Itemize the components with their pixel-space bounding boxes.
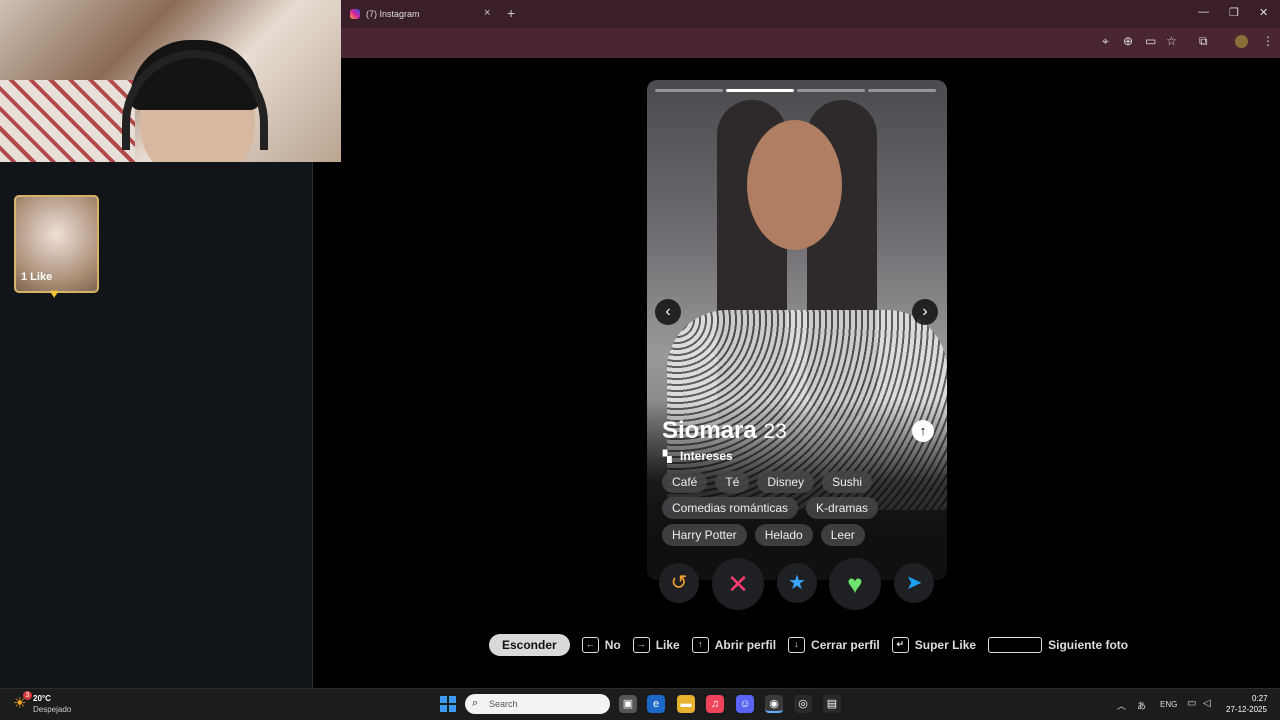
extensions-icon[interactable]: ⧉ <box>1199 34 1208 49</box>
interests-row: Harry Potter Helado Leer <box>662 524 865 546</box>
right-arrow-key-icon: → <box>632 637 650 653</box>
volume-icon[interactable]: ◁ <box>1203 698 1211 709</box>
interest-chip: Helado <box>754 524 813 546</box>
likes-card[interactable]: 1 Like <box>14 195 99 293</box>
interest-chip: Café <box>662 471 708 493</box>
hint-super-like: ↵ Super Like <box>891 637 976 653</box>
grid-icon: ▚ <box>663 451 672 463</box>
language-indicator[interactable]: ENG <box>1160 700 1177 709</box>
notification-badge: 3 <box>23 691 32 700</box>
discord-icon[interactable]: ☺ <box>736 695 754 713</box>
obs-icon[interactable]: ◎ <box>794 695 812 713</box>
rewind-icon: ↺ <box>670 572 688 594</box>
likes-count: 1 Like <box>21 271 53 283</box>
heart-icon: ♥ <box>847 569 863 599</box>
interest-chip: K-dramas <box>806 497 879 519</box>
taskbar-search-box[interactable] <box>465 694 610 714</box>
hint-next-photo: Siguiente foto <box>988 637 1128 653</box>
location-icon[interactable]: ⌖ <box>1102 34 1109 49</box>
action-bar: ↺ ✕ ★ ♥ ➤ <box>650 558 944 612</box>
hint-no: ← No <box>581 637 621 653</box>
start-button[interactable] <box>440 696 456 712</box>
open-profile-arrow-icon[interactable]: ↑ <box>912 420 934 442</box>
webcam-overlay <box>0 0 341 162</box>
search-icon: ⌕ <box>472 697 479 709</box>
boost-button[interactable]: ➤ <box>894 563 934 603</box>
instagram-icon <box>350 9 360 19</box>
interest-chip: Leer <box>820 524 865 546</box>
capture-app-icon[interactable]: ▤ <box>823 695 841 713</box>
new-tab-button[interactable]: + <box>507 5 515 21</box>
photo-indicator <box>726 89 794 92</box>
next-photo-icon[interactable]: › <box>912 299 938 325</box>
tab-close-icon[interactable]: × <box>484 7 490 19</box>
profile-age: 23 <box>763 420 787 443</box>
weather-temperature: 20°C <box>33 694 51 703</box>
hint-like: → Like <box>632 637 680 653</box>
close-window-button[interactable]: ✕ <box>1259 6 1268 19</box>
up-arrow-key-icon: ↑ <box>691 637 709 653</box>
profile-avatar[interactable] <box>1235 35 1248 48</box>
super-like-button[interactable]: ★ <box>777 563 817 603</box>
hide-hints-button[interactable]: Esconder <box>489 634 570 656</box>
tray-overflow-icon[interactable]: ︿ <box>1117 699 1126 712</box>
edge-icon[interactable]: e <box>647 695 665 713</box>
chrome-icon[interactable]: ◉ <box>765 695 783 713</box>
photo-indicator <box>797 89 865 92</box>
interest-chip: Harry Potter <box>662 524 747 546</box>
down-arrow-key-icon: ↓ <box>788 637 806 653</box>
x-icon: ✕ <box>727 569 749 599</box>
zoom-icon[interactable]: ⊕ <box>1123 34 1133 48</box>
interests-heading: ▚ Intereses <box>663 449 733 463</box>
restore-button[interactable]: ❐ <box>1229 6 1239 19</box>
minimize-button[interactable]: — <box>1198 6 1209 18</box>
interests-row: Café Té Disney Sushi <box>662 471 873 493</box>
interest-chip: Té <box>715 471 750 493</box>
photo-indicator <box>655 89 723 92</box>
nope-button[interactable]: ✕ <box>712 558 764 610</box>
previous-photo-icon[interactable]: ‹ <box>655 299 681 325</box>
interest-chip: Comedias románticas <box>662 497 799 519</box>
interest-chip: Sushi <box>822 471 873 493</box>
taskbar <box>0 688 1280 720</box>
weather-description: Despejado <box>33 705 72 714</box>
hint-open-profile: ↑ Abrir perfil <box>691 637 776 653</box>
keyboard-hints: Esconder ← No → Like ↑ Abrir perfil ↓ Cerrar… <box>489 633 1128 657</box>
search-placeholder: Search <box>489 699 518 709</box>
enter-key-icon: ↵ <box>891 637 909 653</box>
language-tray-icon[interactable]: あ <box>1137 699 1146 712</box>
bookmark-star-icon[interactable]: ☆ <box>1166 34 1177 48</box>
space-key-icon <box>988 637 1043 653</box>
hint-close-profile: ↓ Cerrar perfil <box>788 637 880 653</box>
profile-name-age: Siomara 23 <box>662 417 787 445</box>
clock-date[interactable]: 27-12-2025 <box>1226 705 1267 714</box>
cast-icon[interactable]: ▭ <box>1145 34 1156 48</box>
clock-time[interactable]: 0:27 <box>1252 694 1268 703</box>
rewind-button[interactable]: ↺ <box>659 563 699 603</box>
task-view-icon[interactable]: ▣ <box>619 695 637 713</box>
profile-name: Siomara <box>662 417 757 444</box>
send-icon: ➤ <box>905 572 923 594</box>
menu-icon[interactable]: ⋮ <box>1262 34 1274 48</box>
interest-chip: Disney <box>757 471 815 493</box>
music-app-icon[interactable]: ♫ <box>706 695 724 713</box>
network-icon[interactable]: ▭ <box>1187 698 1196 709</box>
tab-title: (7) Instagram <box>366 9 420 19</box>
profile-card[interactable]: ‹ › Siomara 23 ↑ ▚ Intereses Café Té Disn… <box>647 80 947 580</box>
like-button[interactable]: ♥ <box>829 558 881 610</box>
file-explorer-icon[interactable]: ▬ <box>677 695 695 713</box>
gold-heart-icon: ♥ <box>50 285 59 301</box>
star-icon: ★ <box>788 572 806 594</box>
photo-indicator <box>868 89 936 92</box>
interests-row: Comedias románticas K-dramas <box>662 497 879 519</box>
browser-toolbar <box>341 28 1280 58</box>
left-arrow-key-icon: ← <box>581 637 599 653</box>
